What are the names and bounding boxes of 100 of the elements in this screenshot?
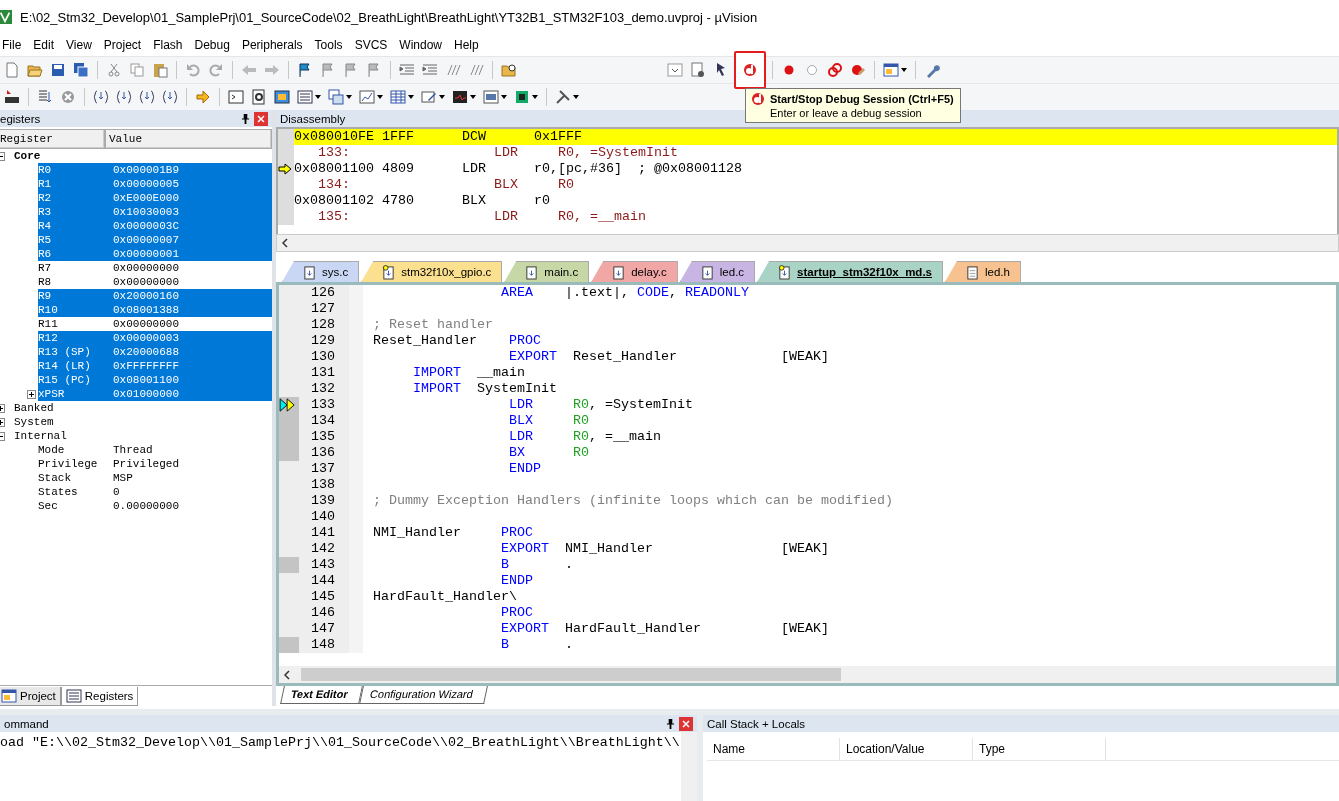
scroll-left-icon[interactable] <box>282 238 288 248</box>
panel-tab[interactable]: Project <box>0 687 61 706</box>
register-row[interactable]: R15 (PC) 0x08001100 <box>38 373 272 387</box>
menu-item[interactable]: Edit <box>27 38 61 52</box>
register-name: xPSR <box>38 388 66 400</box>
scrollbar[interactable] <box>276 234 1339 252</box>
tooltip-text: Enter or leave a debug session <box>769 107 923 119</box>
register-value: 0x00000007 <box>113 234 179 246</box>
menu-item[interactable]: Window <box>393 38 448 52</box>
tree-node[interactable]: Core <box>14 150 41 162</box>
register-value: 0x08001388 <box>113 304 179 316</box>
register-row[interactable]: R7 0x00000000 <box>38 261 272 275</box>
register-row[interactable]: Stack MSP <box>38 471 272 485</box>
reset-icon <box>4 89 20 105</box>
file-tab[interactable]: led.h <box>945 261 1021 282</box>
file-tab[interactable]: main.c <box>504 261 590 282</box>
close-button[interactable] <box>679 716 693 731</box>
menu-item[interactable]: File <box>0 38 28 52</box>
register-row[interactable]: R12 0x00000003 <box>38 331 272 345</box>
menu-item[interactable]: SVCS <box>348 38 394 52</box>
register-list-icon <box>297 89 313 105</box>
indent-icon <box>422 62 438 78</box>
code-line: AREA |.text|, CODE, READONLY <box>499 285 749 301</box>
erase-breakpoint-icon <box>850 62 866 78</box>
register-value: 0x08001100 <box>113 374 179 386</box>
file-tab[interactable]: stm32f10x_gpio.c <box>361 261 503 282</box>
line-number: 132 <box>299 381 363 397</box>
menu-item[interactable]: Flash <box>147 38 189 52</box>
panel-title: ommand <box>4 717 49 730</box>
scroll-left-icon[interactable] <box>284 669 290 680</box>
disassembly-line: 135: LDR R0, =__main <box>317 209 646 225</box>
close-button[interactable] <box>254 111 268 126</box>
menu-item[interactable]: Debug <box>188 38 236 52</box>
register-row[interactable]: R5 0x00000007 <box>38 233 272 247</box>
menu-item[interactable]: Peripherals <box>235 38 309 52</box>
file-tab[interactable]: sys.c <box>282 261 360 282</box>
menu-item[interactable]: Help <box>448 38 485 52</box>
stacked-windows-button[interactable] <box>326 86 354 108</box>
file-tab[interactable]: led.c <box>679 261 756 282</box>
tree-node[interactable]: System <box>14 416 54 428</box>
copy-icon <box>129 62 145 78</box>
editor-tab[interactable]: Configuration Wizard <box>358 686 488 704</box>
column-header[interactable]: Value <box>105 129 272 149</box>
code-line: PROC <box>499 605 533 621</box>
scrollbar-thumb[interactable] <box>301 668 841 681</box>
menu-item[interactable]: View <box>60 38 98 52</box>
panel-tab[interactable]: Registers <box>60 687 139 706</box>
dropdown-arrow-icon <box>315 95 321 99</box>
register-row[interactable]: R11 0x00000000 <box>38 317 272 331</box>
register-row[interactable]: States 0 <box>38 485 272 499</box>
register-row[interactable]: R0 0x000001B9 <box>38 163 272 177</box>
column-header[interactable]: Type <box>973 738 1106 760</box>
menu-item[interactable]: Project <box>97 38 148 52</box>
register-name: R1 <box>38 178 53 190</box>
register-row[interactable]: Sec 0.00000000 <box>38 499 272 513</box>
register-row[interactable]: R4 0x0000003C <box>38 219 272 233</box>
dropdown-arrow-icon <box>439 95 445 99</box>
pin-icon[interactable] <box>241 113 250 124</box>
register-row[interactable]: Mode Thread <box>38 443 272 457</box>
register-row[interactable]: R9 0x20000160 <box>38 289 272 303</box>
code-line: ; Reset handler <box>373 317 493 333</box>
code-line: IMPORT SystemInit <box>412 381 557 397</box>
line-number: 143 <box>299 557 363 573</box>
register-row[interactable]: R14 (LR) 0xFFFFFFFF <box>38 359 272 373</box>
menu-item[interactable]: Tools <box>308 38 349 52</box>
scrollbar[interactable] <box>681 732 697 801</box>
code-line: BX R0 <box>507 445 589 461</box>
expand-icon[interactable] <box>27 389 36 399</box>
save-icon <box>50 62 66 78</box>
register-row[interactable]: Privilege Privileged <box>38 457 272 471</box>
column-header[interactable]: Register <box>0 129 105 149</box>
tree-node[interactable]: Internal <box>14 430 67 442</box>
register-row[interactable]: R10 0x08001388 <box>38 303 272 317</box>
register-name: R15 (PC) <box>38 374 92 386</box>
register-row[interactable]: R6 0x00000001 <box>38 247 272 261</box>
scrollbar[interactable] <box>279 666 1336 683</box>
line-number: 148 <box>299 637 363 653</box>
indent-icon <box>399 62 415 78</box>
tree-node[interactable]: Banked <box>14 402 54 414</box>
register-row[interactable]: R1 0x00000005 <box>38 177 272 191</box>
register-row[interactable]: R8 0x00000000 <box>38 275 272 289</box>
file-tab[interactable]: delay.c <box>591 261 678 282</box>
register-row[interactable]: xPSR 0x01000000 <box>38 387 272 401</box>
code-line: LDR R0, =SystemInit <box>507 397 693 413</box>
window-title: E:\02_Stm32_Develop\01_SamplePrj\01_SourceCode\02_BreathLight\BreathLight\YT32B1_STM32F103_demo.uvproj - µVision <box>20 9 758 25</box>
arrow-icon <box>195 89 211 105</box>
pin-icon[interactable] <box>666 718 675 729</box>
signal-window-icon <box>452 89 468 105</box>
register-row[interactable]: R13 (SP) 0x20000688 <box>38 345 272 359</box>
register-row[interactable]: R3 0x10030003 <box>38 205 272 219</box>
register-row[interactable]: R2 0xE000E000 <box>38 191 272 205</box>
line-number: 138 <box>299 477 363 493</box>
line-number: 145 <box>299 589 363 605</box>
file-tab[interactable]: startup_stm32f10x_md.s <box>757 261 943 282</box>
column-header[interactable]: Name <box>707 738 840 760</box>
editor-tab[interactable]: Text Editor <box>280 686 363 704</box>
column-header[interactable]: Location/Value <box>840 738 973 760</box>
line-number: 142 <box>299 541 363 557</box>
empty-circle-icon <box>804 62 820 78</box>
code-line: IMPORT __main <box>412 365 525 381</box>
